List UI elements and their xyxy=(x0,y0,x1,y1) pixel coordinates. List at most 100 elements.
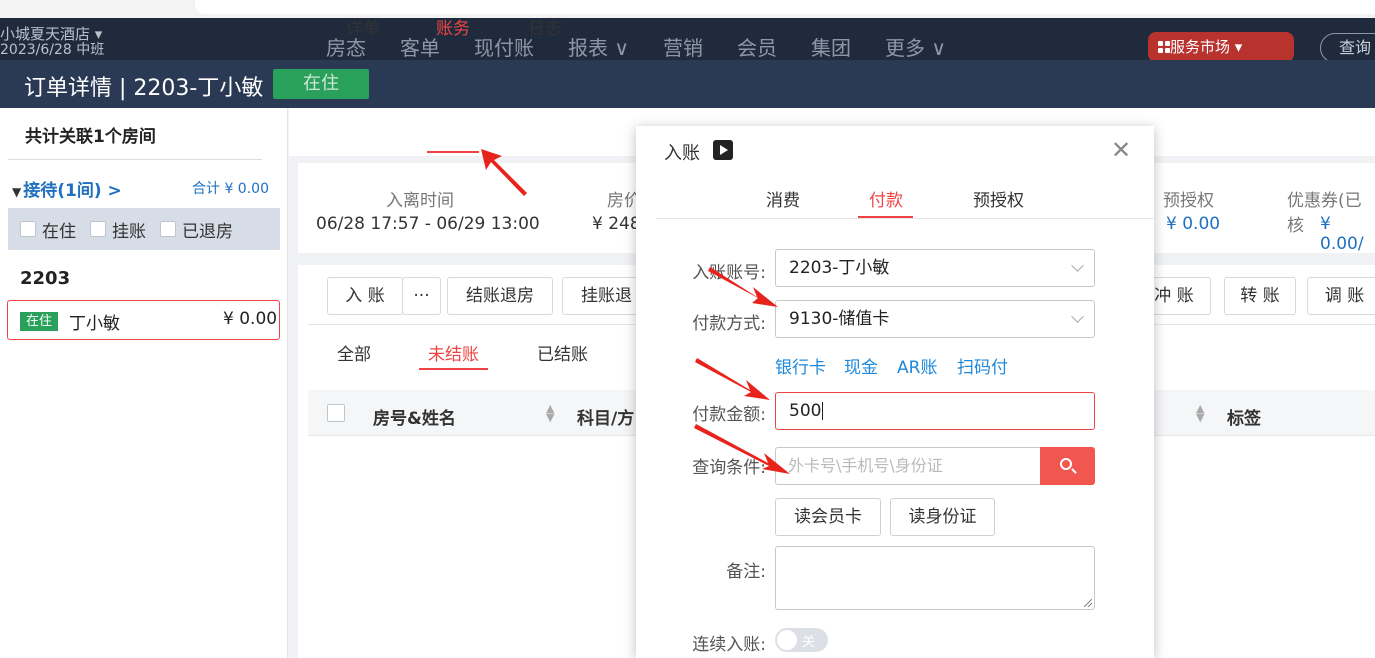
tab-preauth[interactable]: 预授权 xyxy=(973,186,1024,211)
search-icon-handle xyxy=(1071,468,1077,474)
shift-date: 2023/6/28 中班 xyxy=(0,42,105,58)
active-tab-indicator xyxy=(427,151,479,153)
nav-item-members[interactable]: 会员 xyxy=(737,32,777,61)
remark-textarea[interactable] xyxy=(775,546,1095,610)
query-condition-label: 查询条件: xyxy=(692,458,766,478)
nav-item-reports[interactable]: 报表 ∨ xyxy=(568,32,629,61)
tab-payment[interactable]: 付款 xyxy=(869,186,903,211)
tab-details[interactable]: 详单 xyxy=(346,14,380,39)
payment-method-value: 9130-储值卡 xyxy=(789,309,890,329)
quick-method-scan[interactable]: 扫码付 xyxy=(957,353,1008,378)
caret-down-icon: ▼ xyxy=(12,185,22,199)
room-price-value: ¥ 248 xyxy=(592,214,641,234)
adjust-button[interactable]: 调 账 xyxy=(1307,277,1375,315)
nav-item-more[interactable]: 更多 ∨ xyxy=(885,32,946,61)
resize-grip-icon[interactable] xyxy=(1084,599,1092,607)
payment-method-select[interactable]: 9130-储值卡 xyxy=(775,300,1095,338)
filter-checkbox-in-house[interactable]: 在住 xyxy=(20,217,76,242)
query-button[interactable]: 查询 xyxy=(1320,33,1375,63)
status-filter: 在住 挂账 已退房 xyxy=(8,208,280,250)
guest-amount: ¥ 0.00 xyxy=(223,309,278,329)
hotel-selector[interactable]: 小城夏天酒店 ▾ 2023/6/28 中班 xyxy=(0,26,104,58)
filter-label: 已退房 xyxy=(182,221,233,242)
subtab-unsettled[interactable]: 未结账 xyxy=(428,340,479,365)
service-market-button[interactable]: 服务市场 ▾ xyxy=(1148,32,1294,62)
more-actions-button[interactable]: ··· xyxy=(402,277,441,315)
nav-item-guest-orders[interactable]: 客单 xyxy=(400,32,440,61)
reception-label: 接待(1间) > xyxy=(23,181,122,201)
play-video-icon[interactable] xyxy=(713,140,733,160)
filter-checkbox-on-account[interactable]: 挂账 xyxy=(90,217,146,242)
remark-label: 备注: xyxy=(726,562,766,582)
status-badge: 在住 xyxy=(273,69,369,99)
close-icon[interactable]: ✕ xyxy=(1111,136,1131,164)
reception-group-toggle[interactable]: ▼ 接待(1间) > xyxy=(12,176,122,201)
amount-label: 付款金额: xyxy=(692,405,766,425)
chevron-down-icon xyxy=(1071,310,1084,323)
nav-item-group[interactable]: 集团 xyxy=(811,32,851,61)
stay-time-label: 入离时间 xyxy=(386,191,454,211)
stay-time-value: 06/28 17:57 - 06/29 13:00 xyxy=(316,214,540,234)
nav-item-cash-account[interactable]: 现付账 xyxy=(474,32,534,61)
search-icon xyxy=(1060,458,1072,470)
toggle-state: 关 xyxy=(802,635,816,650)
member-search: 外卡号\手机号\身份证 xyxy=(775,447,1095,485)
toggle-knob xyxy=(777,630,797,650)
amount-input[interactable]: 500 xyxy=(775,392,1095,430)
quick-method-ar[interactable]: AR账 xyxy=(897,353,937,378)
sum-total: 合计 ¥ 0.00 xyxy=(192,181,269,197)
nav-items: 房态 客单 现付账 报表 ∨ 营销 会员 集团 更多 ∨ xyxy=(326,32,980,61)
room-number: 2203 xyxy=(20,268,71,289)
column-subject[interactable]: 科目/方 xyxy=(577,404,634,429)
checkbox-icon xyxy=(20,221,36,237)
account-label: 入账账号: xyxy=(692,263,766,283)
linked-rooms-header: 共计关联1个房间 xyxy=(8,122,262,160)
nav-item-marketing[interactable]: 营销 xyxy=(663,32,703,61)
read-member-card-button[interactable]: 读会员卡 xyxy=(775,498,881,536)
continuous-entry-toggle[interactable]: 关 xyxy=(775,628,828,652)
quick-method-bank-card[interactable]: 银行卡 xyxy=(775,353,826,378)
browser-tab xyxy=(195,0,1375,14)
filter-checkbox-checked-out[interactable]: 已退房 xyxy=(160,217,233,242)
guest-status-tag: 在住 xyxy=(20,312,58,331)
top-nav: 小城夏天酒店 ▾ 2023/6/28 中班 房态 客单 现付账 报表 ∨ 营销 … xyxy=(0,18,1375,63)
tab-consumption[interactable]: 消费 xyxy=(766,186,800,211)
amount-value: 500 xyxy=(789,401,822,421)
text-cursor xyxy=(822,402,824,420)
service-market-label: 服务市场 ▾ xyxy=(1170,38,1243,56)
search-button[interactable] xyxy=(1040,447,1095,485)
sort-icon[interactable]: ▲ ▼ xyxy=(1196,403,1204,423)
column-room-name[interactable]: 房号&姓名 xyxy=(373,404,456,429)
browser-strip xyxy=(0,0,1375,18)
account-value: 2203-丁小敏 xyxy=(789,258,890,278)
column-tags[interactable]: 标签 xyxy=(1227,404,1261,429)
checkout-button[interactable]: 结账退房 xyxy=(447,277,553,315)
tab-log[interactable]: 日志 xyxy=(528,14,562,39)
title-bar: 订单详情 | 2203-丁小敏 在住 xyxy=(0,60,1375,108)
sort-icon[interactable]: ▲ ▼ xyxy=(546,403,554,423)
filter-label: 挂账 xyxy=(112,221,146,242)
tab-accounts[interactable]: 账务 xyxy=(436,14,470,39)
read-id-card-button[interactable]: 读身份证 xyxy=(890,498,995,536)
select-all-checkbox[interactable] xyxy=(327,404,345,422)
transfer-button[interactable]: 转 账 xyxy=(1224,277,1296,315)
member-search-input[interactable]: 外卡号\手机号\身份证 xyxy=(775,447,1041,485)
account-select[interactable]: 2203-丁小敏 xyxy=(775,249,1095,287)
page-title: 订单详情 | 2203-丁小敏 xyxy=(24,76,264,101)
active-dialog-tab-indicator xyxy=(858,216,913,218)
left-panel: 共计关联1个房间 ▼ 接待(1间) > 合计 ¥ 0.00 在住 挂账 已退房 2… xyxy=(0,108,288,658)
payment-method-label: 付款方式: xyxy=(692,314,766,334)
preauth-value: ¥ 0.00 xyxy=(1166,214,1221,234)
apps-grid-icon xyxy=(1158,41,1170,53)
subtab-all[interactable]: 全部 xyxy=(337,340,371,365)
post-entry-button[interactable]: 入 账 xyxy=(327,277,403,315)
checkout-on-account-button[interactable]: 挂账退房 xyxy=(562,277,642,315)
preauth-label: 预授权 xyxy=(1163,191,1214,211)
quick-method-cash[interactable]: 现金 xyxy=(844,353,878,378)
post-entry-dialog: 入账 ✕ 消费 付款 预授权 入账账号: 2203-丁小敏 付款方式: 9130… xyxy=(636,126,1154,658)
guest-name: 丁小敏 xyxy=(69,314,120,334)
subtab-settled[interactable]: 已结账 xyxy=(537,340,588,365)
guest-card[interactable]: 在住 丁小敏 ¥ 0.00 xyxy=(7,300,280,340)
coupon-value: ¥ 0.00/ xyxy=(1320,214,1364,254)
dialog-title: 入账 xyxy=(664,143,700,164)
